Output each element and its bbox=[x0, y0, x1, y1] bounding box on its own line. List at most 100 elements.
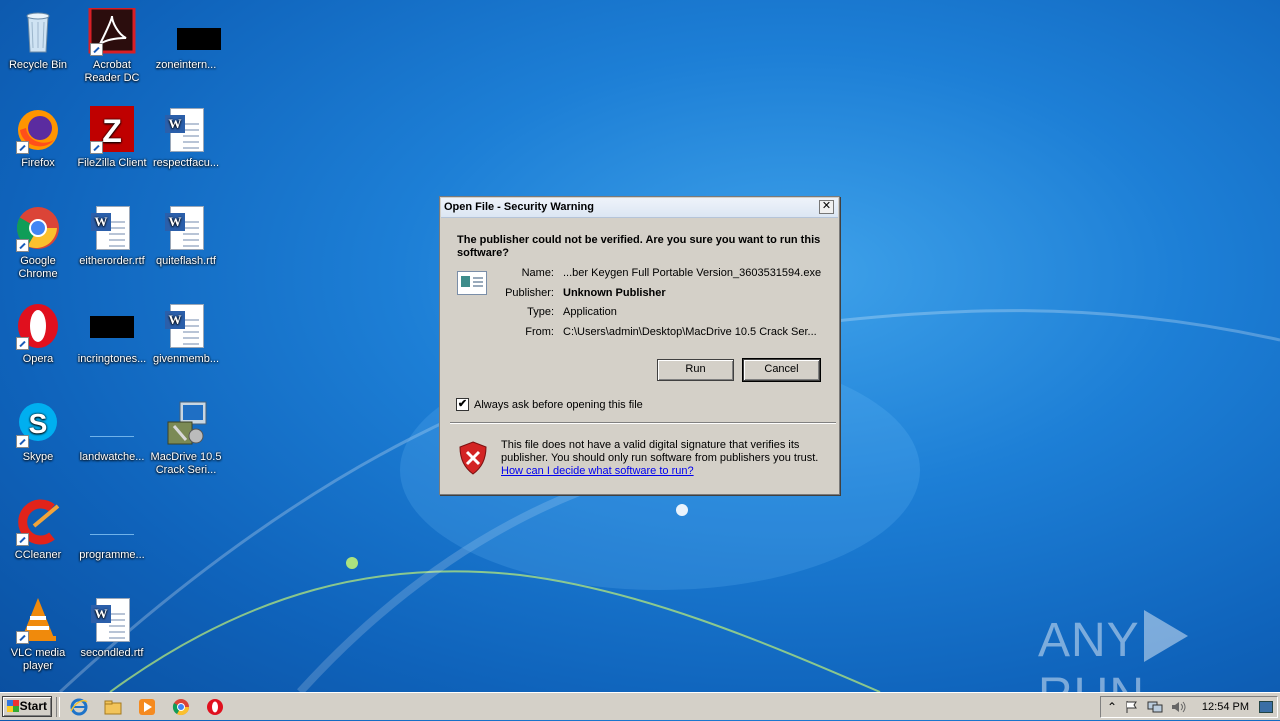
blank-file-icon bbox=[88, 498, 136, 546]
word-document-icon: W bbox=[162, 302, 210, 350]
desktop-icon-label: Recycle Bin bbox=[8, 59, 68, 71]
run-button[interactable]: Run bbox=[657, 359, 734, 381]
always-ask-checkbox[interactable]: ✔ bbox=[456, 398, 469, 411]
ccleaner-icon bbox=[14, 498, 62, 546]
close-button[interactable]: ✕ bbox=[819, 200, 834, 214]
vlc-icon bbox=[14, 596, 62, 644]
desktop-icon-label: quiteflash.rtf bbox=[156, 255, 216, 267]
desktop-icon-label: zoneintern... bbox=[155, 59, 217, 71]
warning-text-block: This file does not have a valid digital … bbox=[501, 439, 821, 478]
desktop-icon-secondled[interactable]: W secondled.rtf bbox=[74, 596, 150, 660]
file-explorer-icon[interactable] bbox=[104, 698, 122, 716]
desktop-icon-macdrive-crack[interactable]: MacDrive 10.5 Crack Seri... bbox=[148, 400, 224, 477]
shortcut-arrow-icon bbox=[16, 435, 29, 448]
skype-icon: S bbox=[14, 400, 62, 448]
desktop-icon-incringtones[interactable]: incringtones... bbox=[74, 302, 150, 366]
anyrun-watermark: ANYRUN bbox=[1038, 610, 1280, 692]
type-value: Application bbox=[563, 306, 617, 318]
security-shield-icon bbox=[458, 441, 488, 475]
chrome-taskbar-icon[interactable] bbox=[172, 698, 190, 716]
opera-icon bbox=[14, 302, 62, 350]
shortcut-arrow-icon bbox=[16, 239, 29, 252]
desktop-icon-label: programme... bbox=[79, 549, 145, 561]
desktop-icon-label: incringtones... bbox=[77, 353, 147, 365]
dialog-divider bbox=[450, 422, 836, 424]
desktop-icon-label: MacDrive 10.5 Crack Seri... bbox=[150, 451, 222, 476]
dialog-title: Open File - Security Warning bbox=[444, 201, 594, 213]
desktop-icon-recycle-bin[interactable]: Recycle Bin bbox=[0, 8, 76, 72]
dialog-titlebar[interactable]: Open File - Security Warning ✕ bbox=[441, 198, 838, 218]
dialog-question: The publisher could not be verified. Are… bbox=[457, 234, 821, 259]
shortcut-arrow-icon bbox=[16, 337, 29, 350]
word-document-icon: W bbox=[88, 204, 136, 252]
desktop-icon-label: givenmemb... bbox=[152, 353, 220, 365]
info-row-name: Name: ...ber Keygen Full Portable Versio… bbox=[495, 267, 825, 287]
desktop-icon-label: Skype bbox=[22, 451, 54, 463]
desktop-icon-label: landwatche... bbox=[79, 451, 145, 463]
volume-icon[interactable] bbox=[1171, 700, 1187, 717]
watermark-text-right: RUN bbox=[1038, 669, 1145, 692]
svg-text:S: S bbox=[29, 408, 48, 439]
info-key: Type: bbox=[527, 306, 554, 318]
info-row-publisher: Publisher: Unknown Publisher bbox=[495, 287, 825, 307]
always-ask-label[interactable]: Always ask before opening this file bbox=[474, 399, 643, 411]
desktop-icon-label: VLC media player bbox=[10, 647, 66, 672]
taskbar: Start ⌃ 12:54 PM bbox=[0, 692, 1280, 720]
desktop-icon-filezilla[interactable]: Z FileZilla Client bbox=[74, 106, 150, 170]
file-name-link[interactable]: ...ber Keygen Full Portable Version_3603… bbox=[563, 267, 825, 279]
tray-expand-icon[interactable]: ⌃ bbox=[1107, 700, 1117, 714]
desktop-icon-respectfacu[interactable]: W respectfacu... bbox=[148, 106, 224, 170]
desktop-icon-opera[interactable]: Opera bbox=[0, 302, 76, 366]
desktop-icon-google-chrome[interactable]: Google Chrome bbox=[0, 204, 76, 281]
from-value: C:\Users\admin\Desktop\MacDrive 10.5 Cra… bbox=[563, 325, 817, 338]
desktop-icon-programme[interactable]: programme... bbox=[74, 498, 150, 562]
security-warning-dialog: Open File - Security Warning ✕ The publi… bbox=[439, 196, 840, 495]
windows-logo-icon bbox=[7, 700, 19, 712]
desktop-icon-givenmemb[interactable]: W givenmemb... bbox=[148, 302, 224, 366]
media-player-icon[interactable] bbox=[138, 698, 156, 716]
shortcut-arrow-icon bbox=[90, 43, 103, 56]
desktop-icon-vlc[interactable]: VLC media player bbox=[0, 596, 76, 673]
help-link[interactable]: How can I decide what software to run? bbox=[501, 465, 694, 477]
info-key: From: bbox=[525, 325, 554, 338]
info-key: Name: bbox=[521, 267, 554, 279]
recycle-bin-icon bbox=[14, 8, 62, 56]
cancel-button[interactable]: Cancel bbox=[742, 358, 821, 382]
start-button[interactable]: Start bbox=[2, 696, 52, 717]
desktop-icon-quiteflash[interactable]: W quiteflash.rtf bbox=[148, 204, 224, 268]
desktop-icon-landwatche[interactable]: landwatche... bbox=[74, 400, 150, 464]
desktop-icon-ccleaner[interactable]: CCleaner bbox=[0, 498, 76, 562]
shortcut-arrow-icon bbox=[90, 141, 103, 154]
internet-explorer-icon[interactable] bbox=[70, 698, 88, 716]
desktop-icon-skype[interactable]: S Skype bbox=[0, 400, 76, 464]
desktop-icon-eitherorder[interactable]: W eitherorder.rtf bbox=[74, 204, 150, 268]
filezilla-icon: Z bbox=[88, 106, 136, 154]
shortcut-arrow-icon bbox=[16, 631, 29, 644]
desktop-icon-label: Acrobat Reader DC bbox=[84, 59, 140, 84]
file-info: Name: ...ber Keygen Full Portable Versio… bbox=[495, 267, 825, 345]
application-file-icon bbox=[457, 271, 487, 295]
desktop-icon-firefox[interactable]: Firefox bbox=[0, 106, 76, 170]
blank-file-icon bbox=[162, 8, 221, 56]
opera-taskbar-icon[interactable] bbox=[206, 698, 224, 716]
clock[interactable]: 12:54 PM bbox=[1202, 701, 1249, 713]
desktop-icon-zoneintern[interactable]: zoneintern... bbox=[148, 8, 224, 72]
desktop-icon-label: Google Chrome bbox=[18, 255, 58, 280]
desktop-icon-label: FileZilla Client bbox=[77, 157, 147, 169]
publisher-value: Unknown Publisher bbox=[563, 286, 666, 299]
show-desktop-icon[interactable] bbox=[1259, 701, 1273, 713]
word-document-icon: W bbox=[162, 204, 210, 252]
desktop-icon-acrobat-reader[interactable]: Acrobat Reader DC bbox=[74, 6, 150, 85]
info-key: Publisher: bbox=[505, 286, 554, 299]
action-center-flag-icon[interactable] bbox=[1125, 700, 1139, 717]
chrome-icon bbox=[14, 204, 62, 252]
info-row-from: From: C:\Users\admin\Desktop\MacDrive 10… bbox=[495, 326, 825, 346]
info-row-type: Type: Application bbox=[495, 306, 825, 326]
taskbar-separator bbox=[56, 697, 60, 717]
desktop-icon-label: CCleaner bbox=[14, 549, 62, 561]
network-icon[interactable] bbox=[1147, 700, 1163, 717]
warning-text: This file does not have a valid digital … bbox=[501, 439, 819, 464]
play-icon bbox=[1143, 610, 1188, 662]
shortcut-arrow-icon bbox=[16, 141, 29, 154]
system-tray: ⌃ 12:54 PM bbox=[1100, 696, 1278, 718]
